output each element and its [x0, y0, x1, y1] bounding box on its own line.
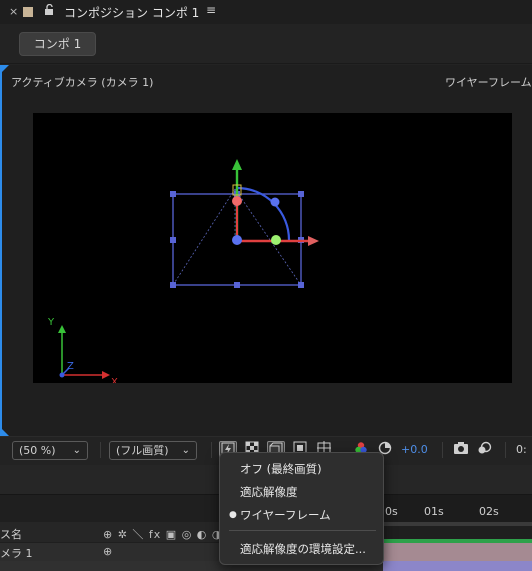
current-time-display[interactable]: 0: — [516, 443, 527, 456]
axis-handle-red[interactable] — [232, 196, 242, 206]
exposure-value[interactable]: +0.0 — [401, 443, 428, 456]
renderer-popup-menu: オフ (最終画質) 適応解像度 ● ワイヤーフレーム 適応解像度の環境設定... — [219, 452, 384, 565]
toolbar-divider — [100, 442, 101, 458]
menu-item-label: オフ (最終画質) — [240, 462, 322, 476]
menu-item-label: 適応解像度の環境設定... — [240, 542, 366, 556]
rotation-handle[interactable] — [270, 197, 280, 207]
panel-focus-corner-bottom — [0, 427, 9, 436]
composition-tab-button[interactable]: コンポ 1 — [19, 32, 96, 56]
panel-focus-corner-top — [0, 65, 9, 74]
axis-handle-blue[interactable] — [232, 235, 242, 245]
column-source-name[interactable]: ス名 — [0, 526, 22, 542]
composition-canvas[interactable]: Y X Z — [33, 113, 512, 388]
rotation-arc[interactable] — [236, 186, 291, 241]
menu-item-adaptive-resolution[interactable]: 適応解像度 — [220, 482, 383, 502]
y-axis-arrow[interactable] — [232, 159, 242, 170]
parent-pick-icon[interactable]: ⊕ — [103, 545, 112, 558]
toolbar-divider — [442, 442, 443, 458]
y-axis-label: Y — [47, 317, 55, 328]
time-ruler[interactable] — [383, 495, 532, 523]
resolution-value: (フル画質) — [116, 444, 169, 457]
panel-menu-icon[interactable]: ≡ — [206, 3, 216, 17]
zoom-value: (50 %) — [19, 444, 56, 457]
menu-item-wireframe[interactable]: ● ワイヤーフレーム — [220, 505, 383, 525]
ruler-tick-1: 01s — [424, 505, 444, 518]
menu-item-adaptive-preferences[interactable]: 適応解像度の環境設定... — [220, 539, 383, 559]
navigator-bar[interactable] — [383, 522, 532, 526]
axis-handle-green[interactable] — [271, 235, 281, 245]
x-axis-arrow[interactable] — [308, 236, 319, 246]
chevron-down-icon: ⌄ — [72, 445, 81, 456]
selected-bullet-icon: ● — [229, 510, 237, 520]
label-color-swatch[interactable] — [23, 7, 33, 17]
panel-title[interactable]: コンポジション コンポ 1 — [64, 4, 199, 21]
camera-wireframe-gizmo[interactable]: Y X Z — [33, 113, 512, 388]
x-axis-label: X — [111, 377, 118, 383]
layer-switch-icons: ⊕ ✲ ＼ fx ▣ ◎ ◐ ◑ — [103, 528, 223, 541]
unlock-icon[interactable] — [44, 3, 55, 19]
active-camera-label: アクティブカメラ (カメラ 1) — [11, 76, 154, 89]
menu-item-off-final-quality[interactable]: オフ (最終画質) — [220, 459, 383, 479]
toolbar-divider — [505, 442, 506, 458]
zoom-dropdown[interactable]: (50 %) ⌄ — [12, 441, 88, 460]
z-axis-label: Z — [67, 361, 74, 372]
renderer-label: ワイヤーフレーム — [445, 76, 532, 89]
menu-item-label: ワイヤーフレーム — [240, 508, 331, 522]
toolbar-divider — [211, 442, 212, 458]
close-icon[interactable]: × — [9, 5, 18, 18]
layer-name[interactable]: メラ 1 — [0, 545, 33, 561]
layer-duration-bar[interactable] — [383, 543, 532, 561]
menu-item-label: 適応解像度 — [240, 485, 298, 499]
chevron-down-icon: ⌄ — [181, 445, 190, 456]
snapshot-icon[interactable] — [452, 441, 470, 459]
layer-duration-bar[interactable] — [383, 561, 532, 571]
ruler-tick-2: 02s — [479, 505, 499, 518]
resolution-dropdown[interactable]: (フル画質) ⌄ — [109, 441, 197, 460]
show-snapshot-icon[interactable] — [476, 441, 494, 459]
ruler-tick-0: 0s — [385, 505, 398, 518]
menu-divider — [229, 530, 376, 531]
